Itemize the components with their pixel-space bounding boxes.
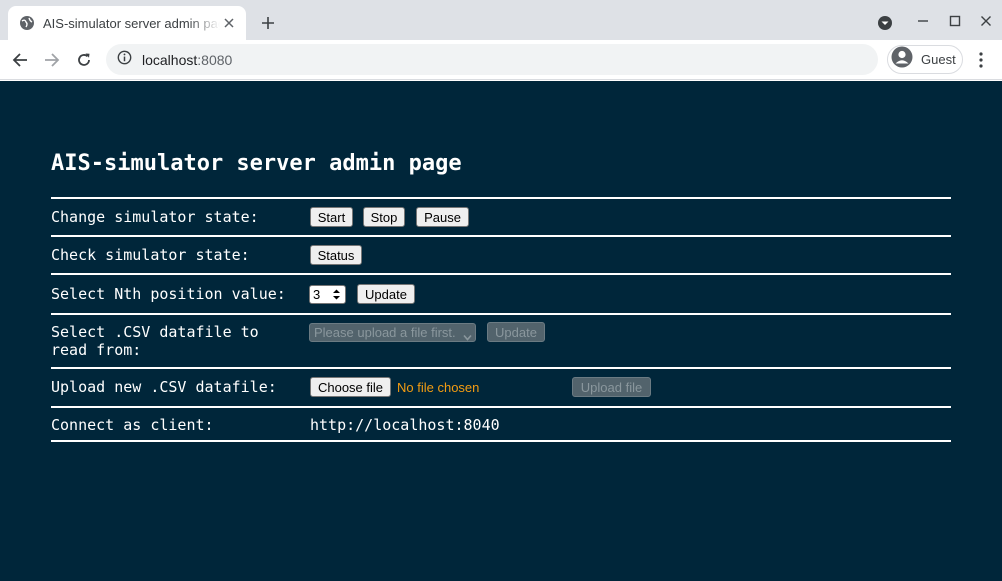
profile-label: Guest bbox=[921, 52, 956, 67]
info-icon[interactable] bbox=[117, 50, 132, 70]
chevron-down-icon bbox=[463, 329, 472, 344]
upload-csv-label: Upload new .CSV datafile: bbox=[51, 378, 277, 396]
url-host: localhost bbox=[142, 51, 198, 68]
choose-file-button[interactable]: Choose file bbox=[310, 377, 391, 397]
start-button[interactable]: Start bbox=[310, 207, 353, 227]
avatar-icon bbox=[891, 46, 913, 73]
minimize-icon[interactable] bbox=[912, 10, 934, 32]
status-button[interactable]: Status bbox=[310, 245, 362, 265]
forward-arrow-icon[interactable] bbox=[39, 47, 65, 73]
client-url: http://localhost:8040 bbox=[310, 416, 500, 434]
csv-select-label-line1: Select .CSV datafile to bbox=[51, 323, 259, 341]
divider bbox=[51, 197, 951, 199]
browser-tab[interactable]: AIS-simulator server admin page bbox=[8, 6, 246, 40]
browser-toolbar: localhost:8080 Guest bbox=[0, 40, 1002, 80]
profile-button[interactable]: Guest bbox=[887, 45, 963, 74]
pause-button[interactable]: Pause bbox=[416, 207, 469, 227]
csv-select-placeholder: Please upload a file first. bbox=[314, 325, 456, 340]
no-file-chosen-text: No file chosen bbox=[397, 380, 480, 395]
stepper-arrows-icon[interactable] bbox=[332, 288, 341, 304]
nth-position-label: Select Nth position value: bbox=[51, 285, 286, 303]
globe-icon bbox=[19, 15, 35, 31]
reload-icon[interactable] bbox=[71, 47, 97, 73]
divider bbox=[51, 273, 951, 275]
nth-update-button[interactable]: Update bbox=[357, 284, 415, 304]
browser-tabstrip: AIS-simulator server admin page bbox=[0, 0, 1002, 40]
new-tab-button[interactable] bbox=[256, 11, 280, 35]
maximize-icon[interactable] bbox=[944, 10, 966, 32]
divider bbox=[51, 406, 951, 408]
url-port: :8080 bbox=[197, 51, 233, 68]
connect-client-label: Connect as client: bbox=[51, 416, 214, 434]
nth-value: 3 bbox=[313, 287, 321, 302]
stop-button[interactable]: Stop bbox=[363, 207, 405, 227]
close-tab-icon[interactable] bbox=[220, 14, 238, 32]
csv-update-button[interactable]: Update bbox=[487, 322, 545, 342]
address-bar[interactable]: localhost:8080 bbox=[106, 44, 878, 75]
more-menu-icon[interactable] bbox=[971, 49, 991, 71]
nth-value-stepper[interactable]: 3 bbox=[309, 285, 346, 304]
back-arrow-icon[interactable] bbox=[7, 47, 33, 73]
admin-page: AIS-simulator server admin page Change s… bbox=[0, 81, 1002, 581]
upload-file-button[interactable]: Upload file bbox=[572, 377, 651, 397]
close-window-icon[interactable] bbox=[975, 10, 997, 32]
tab-search-icon[interactable] bbox=[875, 13, 895, 33]
tab-title: AIS-simulator server admin page bbox=[43, 15, 220, 31]
check-state-label: Check simulator state: bbox=[51, 246, 250, 264]
csv-select-label-line2: read from: bbox=[51, 341, 142, 359]
divider bbox=[51, 313, 951, 315]
divider bbox=[51, 440, 951, 442]
divider bbox=[51, 367, 951, 369]
csv-file-select[interactable]: Please upload a file first. bbox=[309, 323, 476, 342]
change-state-label: Change simulator state: bbox=[51, 208, 259, 226]
divider bbox=[51, 235, 951, 237]
page-title: AIS-simulator server admin page bbox=[51, 151, 462, 176]
